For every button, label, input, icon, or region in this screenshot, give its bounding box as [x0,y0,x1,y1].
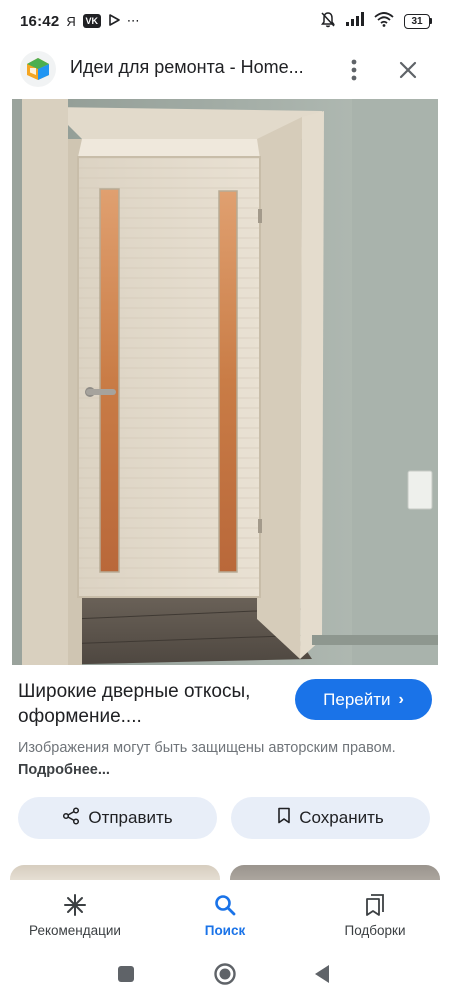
mute-icon [320,11,336,32]
bottom-nav: Рекомендации Поиск Подборки [0,880,450,948]
home-icon[interactable] [213,962,237,986]
save-label: Сохранить [299,808,384,827]
copyright-text: Изображения могут быть защищены авторски… [18,740,396,756]
signal-icon [346,12,364,30]
wifi-icon [374,11,394,31]
vk-icon: VK [82,14,101,28]
nav-label: Подборки [344,923,406,938]
play-icon [108,13,120,30]
carrier-letter: Я [66,13,76,29]
copyright-more-link[interactable]: Подробнее... [18,762,110,778]
chevron-right-icon: › [398,690,404,708]
nav-label: Поиск [204,923,246,938]
goto-button[interactable]: Перейти › [295,679,432,720]
collections-icon [364,892,386,918]
bookmark-icon [277,807,291,829]
more-vert-icon[interactable] [338,54,370,86]
result-title[interactable]: Широкие дверные откосы, оформение.... [18,679,288,729]
system-nav-bar [0,948,450,1000]
more-notifications-icon: ⋯ [126,13,140,28]
battery-tip [430,18,432,24]
search-icon [213,892,237,918]
page-title[interactable]: Идеи для ремонта - Home... [70,57,320,78]
viewer-header: Идеи для ремонта - Home... [0,42,450,98]
nav-recommendations[interactable]: Рекомендации [0,880,150,948]
nav-label: Рекомендации [29,923,121,938]
asterisk-icon [63,892,87,918]
home-design-logo-icon[interactable] [20,51,56,87]
close-icon[interactable] [392,54,424,86]
share-icon [62,806,80,830]
save-button[interactable]: Сохранить [231,797,430,839]
goto-label: Перейти [323,689,391,709]
nav-collections[interactable]: Подборки [300,880,450,948]
status-time: 16:42 [20,12,60,30]
nav-search[interactable]: Поиск [150,880,300,948]
share-button[interactable]: Отправить [18,797,217,839]
recent-apps-icon[interactable] [114,962,138,986]
status-right: 31 [320,11,432,32]
battery-icon: 31 [404,13,432,29]
back-icon[interactable] [310,962,334,986]
status-left: 16:42 Я VK ⋯ [20,13,140,30]
copyright-notice: Изображения могут быть защищены авторски… [18,737,418,781]
battery-level: 31 [404,13,430,29]
share-label: Отправить [88,808,173,827]
result-image[interactable] [12,99,438,665]
status-bar: 16:42 Я VK ⋯ 31 [0,0,450,42]
